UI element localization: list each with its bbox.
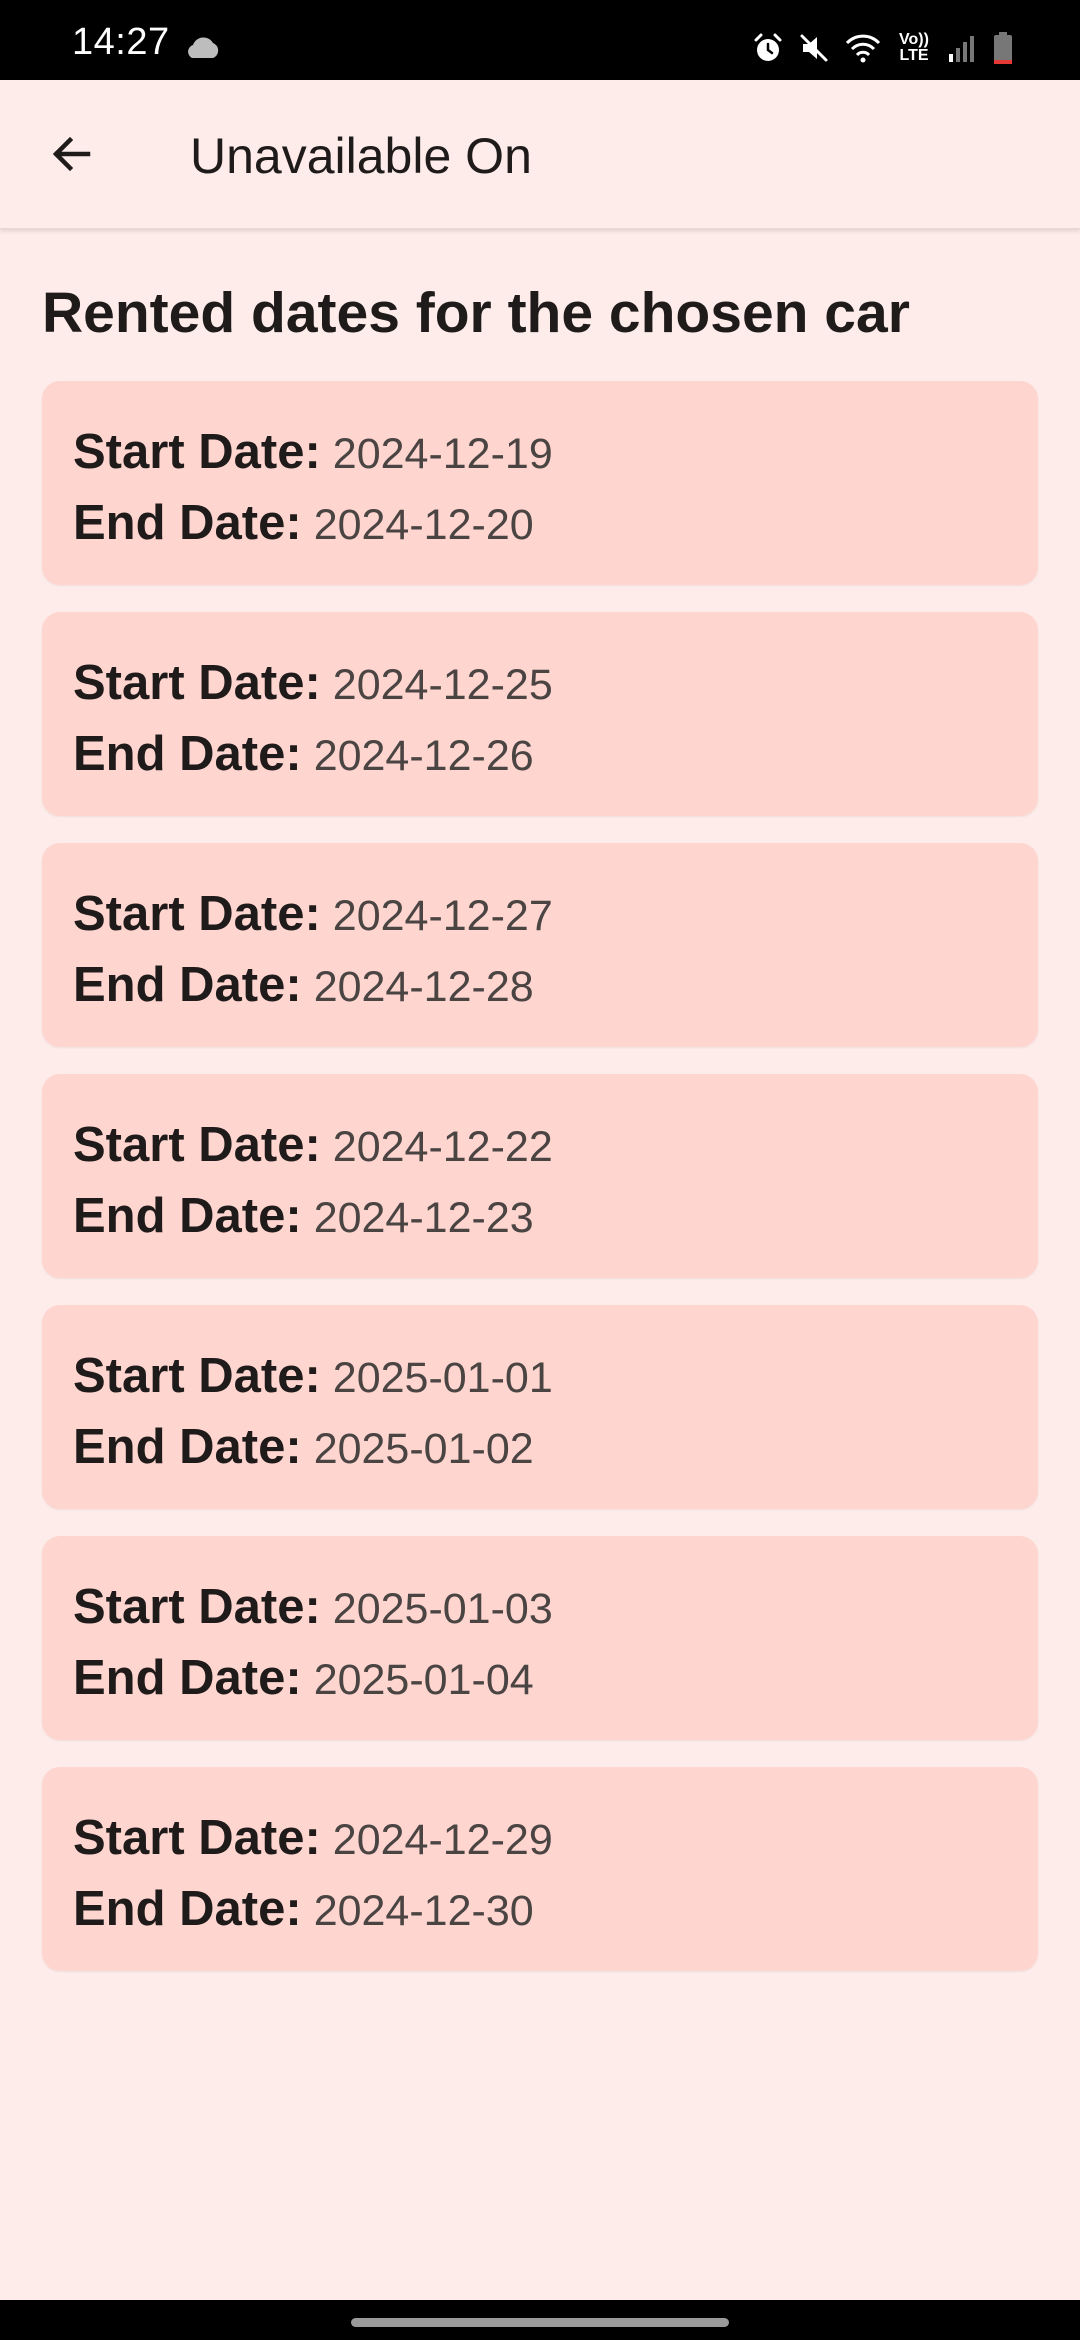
end-date-value: 2024-12-28 bbox=[313, 963, 534, 1011]
end-date-row: End Date: 2024-12-26 bbox=[73, 719, 1007, 790]
start-date-row: Start Date: 2024-12-19 bbox=[73, 417, 1007, 488]
rental-card: Start Date: 2024-12-19 End Date: 2024-12-2… bbox=[42, 381, 1038, 585]
back-button[interactable] bbox=[36, 120, 108, 192]
end-date-label: End Date: bbox=[73, 1189, 302, 1243]
arrow-left-icon bbox=[48, 130, 96, 183]
battery-icon bbox=[992, 31, 1014, 65]
end-date-row: End Date: 2024-12-30 bbox=[73, 1874, 1007, 1945]
mute-icon bbox=[798, 32, 830, 64]
end-date-label: End Date: bbox=[73, 496, 302, 550]
section-heading: Rented dates for the chosen car bbox=[42, 281, 910, 345]
signal-icon bbox=[946, 32, 978, 64]
rental-card: Start Date: 2024-12-25 End Date: 2024-12-2… bbox=[42, 612, 1038, 816]
end-date-label: End Date: bbox=[73, 1882, 302, 1936]
end-date-value: 2024-12-30 bbox=[313, 1887, 534, 1935]
alarm-icon bbox=[752, 32, 784, 64]
end-date-row: End Date: 2025-01-04 bbox=[73, 1643, 1007, 1714]
start-date-label: Start Date: bbox=[73, 1349, 321, 1403]
start-date-value: 2025-01-03 bbox=[332, 1585, 553, 1633]
start-date-label: Start Date: bbox=[73, 1580, 321, 1634]
home-indicator[interactable] bbox=[351, 2318, 729, 2327]
end-date-label: End Date: bbox=[73, 1420, 302, 1474]
rental-card: Start Date: 2024-12-22 End Date: 2024-12-2… bbox=[42, 1074, 1038, 1278]
rental-card: Start Date: 2024-12-29 End Date: 2024-12-3… bbox=[42, 1767, 1038, 1971]
start-date-value: 2024-12-27 bbox=[332, 892, 553, 940]
start-date-label: Start Date: bbox=[73, 425, 321, 479]
start-date-label: Start Date: bbox=[73, 1811, 321, 1865]
end-date-label: End Date: bbox=[73, 1651, 302, 1705]
end-date-label: End Date: bbox=[73, 727, 302, 781]
wifi-icon bbox=[844, 32, 882, 64]
start-date-row: Start Date: 2025-01-01 bbox=[73, 1341, 1007, 1412]
volte-icon: Vo)) LTE bbox=[899, 31, 929, 64]
end-date-value: 2025-01-04 bbox=[313, 1656, 534, 1704]
status-time: 14:27 bbox=[72, 21, 170, 63]
cloud-icon bbox=[182, 36, 222, 60]
start-date-value: 2025-01-01 bbox=[332, 1354, 553, 1402]
start-date-value: 2024-12-25 bbox=[332, 661, 553, 709]
rental-card: Start Date: 2025-01-03 End Date: 2025-01-0… bbox=[42, 1536, 1038, 1740]
end-date-label: End Date: bbox=[73, 958, 302, 1012]
app-bar: Unavailable On bbox=[0, 80, 1080, 229]
rental-card: Start Date: 2024-12-27 End Date: 2024-12-2… bbox=[42, 843, 1038, 1047]
end-date-row: End Date: 2025-01-02 bbox=[73, 1412, 1007, 1483]
navigation-bar bbox=[0, 2300, 1080, 2340]
start-date-value: 2024-12-29 bbox=[332, 1816, 553, 1864]
end-date-row: End Date: 2024-12-28 bbox=[73, 950, 1007, 1021]
start-date-row: Start Date: 2024-12-27 bbox=[73, 879, 1007, 950]
page-title: Unavailable On bbox=[190, 128, 532, 184]
start-date-label: Start Date: bbox=[73, 656, 321, 710]
start-date-value: 2024-12-19 bbox=[332, 430, 553, 478]
start-date-label: Start Date: bbox=[73, 1118, 321, 1172]
end-date-value: 2024-12-26 bbox=[313, 732, 534, 780]
end-date-value: 2025-01-02 bbox=[313, 1425, 534, 1473]
start-date-row: Start Date: 2024-12-29 bbox=[73, 1803, 1007, 1874]
start-date-row: Start Date: 2025-01-03 bbox=[73, 1572, 1007, 1643]
start-date-value: 2024-12-22 bbox=[332, 1123, 553, 1171]
status-bar: 14:27 Vo)) LTE bbox=[0, 0, 1080, 80]
start-date-row: Start Date: 2024-12-22 bbox=[73, 1110, 1007, 1181]
rental-list: Start Date: 2024-12-19 End Date: 2024-12-2… bbox=[42, 381, 1038, 1998]
status-icons: Vo)) LTE bbox=[752, 28, 1014, 68]
end-date-row: End Date: 2024-12-20 bbox=[73, 488, 1007, 559]
end-date-row: End Date: 2024-12-23 bbox=[73, 1181, 1007, 1252]
start-date-row: Start Date: 2024-12-25 bbox=[73, 648, 1007, 719]
rental-card: Start Date: 2025-01-01 End Date: 2025-01-0… bbox=[42, 1305, 1038, 1509]
end-date-value: 2024-12-20 bbox=[313, 501, 534, 549]
end-date-value: 2024-12-23 bbox=[313, 1194, 534, 1242]
start-date-label: Start Date: bbox=[73, 887, 321, 941]
